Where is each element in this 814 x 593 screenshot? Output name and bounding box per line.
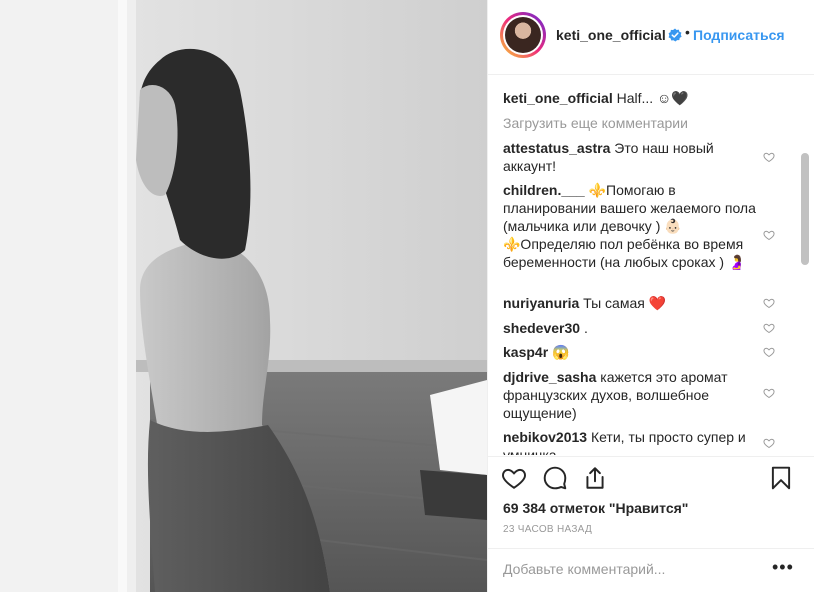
comment-item: shedever30 . bbox=[503, 319, 758, 337]
heart-small-icon[interactable] bbox=[763, 387, 775, 399]
post-panel: keti_one_official • Подписаться keti_one… bbox=[487, 0, 814, 592]
comment-item: children.___ ⚜️Помогаю в планировании ва… bbox=[503, 181, 758, 271]
heart-small-icon[interactable] bbox=[763, 346, 775, 358]
load-more-comments[interactable]: Загрузить еще комментарии bbox=[503, 115, 688, 131]
caption-username[interactable]: keti_one_official bbox=[503, 90, 613, 106]
author-username[interactable]: keti_one_official bbox=[556, 27, 666, 43]
add-comment-input[interactable] bbox=[503, 561, 763, 577]
comment-username[interactable]: attestatus_astra bbox=[503, 140, 610, 156]
comment-item: djdrive_sasha кажется это аромат француз… bbox=[503, 368, 758, 422]
comments-scrollbar[interactable] bbox=[801, 153, 809, 265]
comment-item: nebikov2013 Кети, ты просто супер и умни… bbox=[503, 428, 758, 455]
share-icon[interactable] bbox=[582, 465, 608, 491]
post-photo[interactable] bbox=[0, 0, 487, 592]
likes-count[interactable]: 69 384 отметок "Нравится" bbox=[503, 500, 688, 516]
post-header: keti_one_official • Подписаться bbox=[488, 0, 814, 75]
heart-small-icon[interactable] bbox=[763, 437, 775, 449]
comment-username[interactable]: nebikov2013 bbox=[503, 429, 587, 445]
post-window: keti_one_official • Подписаться keti_one… bbox=[0, 0, 814, 592]
follow-button[interactable]: Подписаться bbox=[693, 27, 785, 43]
comment-username[interactable]: shedever30 bbox=[503, 320, 580, 336]
comment-text: . bbox=[583, 320, 588, 336]
more-options-button[interactable]: ••• bbox=[772, 557, 794, 578]
avatar-face bbox=[505, 17, 541, 53]
photo-illustration bbox=[0, 0, 487, 592]
separator-dot: • bbox=[685, 24, 690, 40]
heart-small-icon[interactable] bbox=[763, 297, 775, 309]
comment-item: nuriyanuria Ты самая ❤️ bbox=[503, 294, 758, 312]
add-comment-bar: ••• bbox=[488, 548, 814, 593]
caption-text: Half... ☺︎🖤 bbox=[616, 90, 689, 106]
avatar-image bbox=[503, 15, 543, 55]
heart-small-icon[interactable] bbox=[763, 229, 775, 241]
comment-username[interactable]: kasp4r bbox=[503, 344, 548, 360]
comment-text: 😱 bbox=[552, 344, 570, 360]
comment-username[interactable]: nuriyanuria bbox=[503, 295, 579, 311]
comment-icon[interactable] bbox=[542, 465, 568, 491]
comment-item: attestatus_astra Это наш новый аккаунт! bbox=[503, 139, 758, 175]
verified-badge-icon bbox=[668, 28, 682, 42]
heart-small-icon[interactable] bbox=[763, 322, 775, 334]
comment-username[interactable]: djdrive_sasha bbox=[503, 369, 596, 385]
heart-small-icon[interactable] bbox=[763, 151, 775, 163]
post-timestamp[interactable]: 23 ЧАСОВ НАЗАД bbox=[503, 524, 592, 535]
author-avatar[interactable] bbox=[500, 12, 546, 58]
comments-list[interactable]: keti_one_official Half... ☺︎🖤 Загрузить … bbox=[488, 75, 814, 455]
comment-item: kasp4r 😱 bbox=[503, 343, 758, 361]
comment-username[interactable]: children.___ bbox=[503, 182, 585, 198]
caption: keti_one_official Half... ☺︎🖤 bbox=[503, 89, 783, 107]
comment-text: Ты самая ❤️ bbox=[583, 295, 667, 311]
bookmark-icon[interactable] bbox=[768, 465, 794, 491]
heart-icon[interactable] bbox=[501, 465, 527, 491]
post-actions: 69 384 отметок "Нравится" 23 ЧАСОВ НАЗАД bbox=[488, 456, 814, 549]
